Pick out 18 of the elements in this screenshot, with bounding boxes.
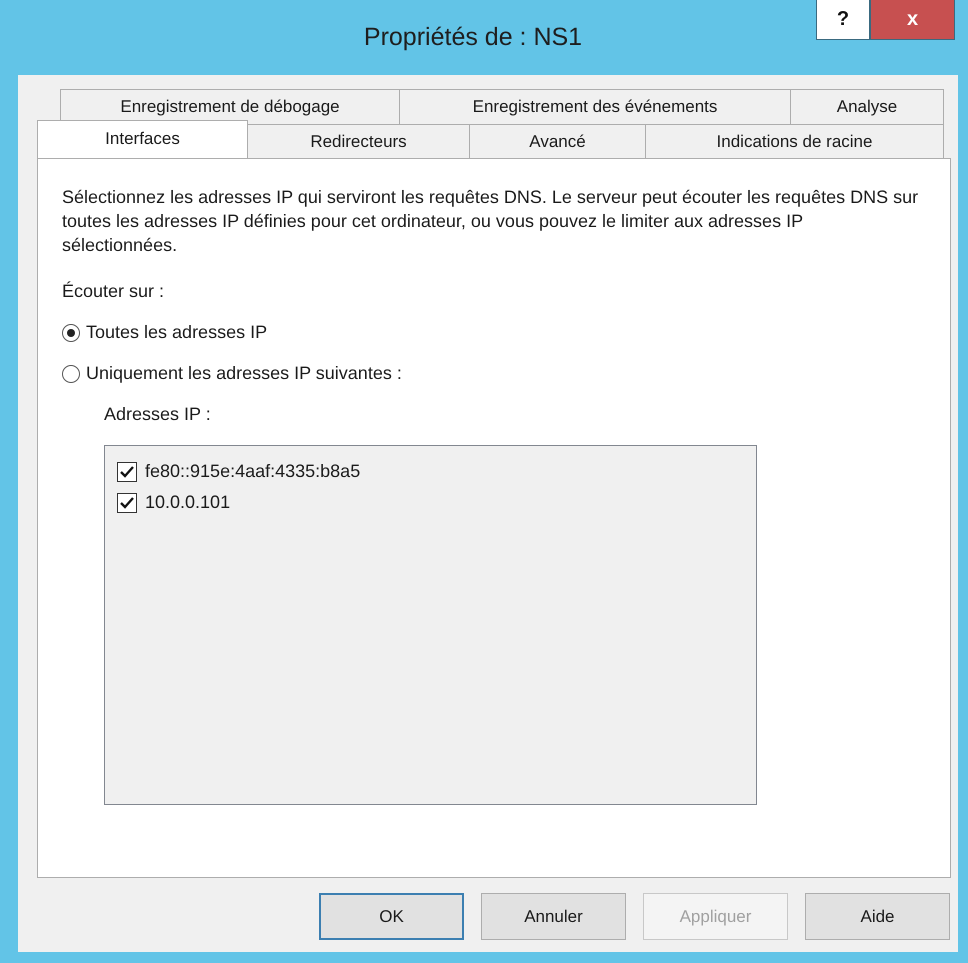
dialog-button[interactable]: Aide [805,893,950,940]
help-button[interactable]: ? [816,0,870,40]
listen-label: Écouter sur : [62,281,166,302]
radio-button[interactable] [62,324,80,342]
description-text: Sélectionnez les adresses IP qui serviront les requêtes DNS. Le serveur peut écouter les requêtes DNS sur toutes les adresses IP définies pour cet ordinateur, ou vous pouvez le limiter aux adresses IP sélectionnées. [62,186,920,257]
dialog-button[interactable]: OK [319,893,464,940]
ip-address: fe80::915e:4aaf:4335:b8a5 [145,461,360,482]
radio-button[interactable] [62,364,80,382]
ip-address: 10.0.0.101 [145,492,230,513]
dialog-button[interactable]: Annuler [481,893,626,940]
tab[interactable]: Indications de racine [645,124,944,159]
close-button[interactable]: x [870,0,955,40]
window-title: Propriétés de : NS1 [364,23,582,52]
checkbox[interactable] [117,492,137,512]
checkbox[interactable] [117,462,137,482]
tab[interactable]: Interfaces [37,120,248,158]
tab[interactable]: Analyse [790,89,944,124]
ip-label: Adresses IP : [104,404,212,425]
